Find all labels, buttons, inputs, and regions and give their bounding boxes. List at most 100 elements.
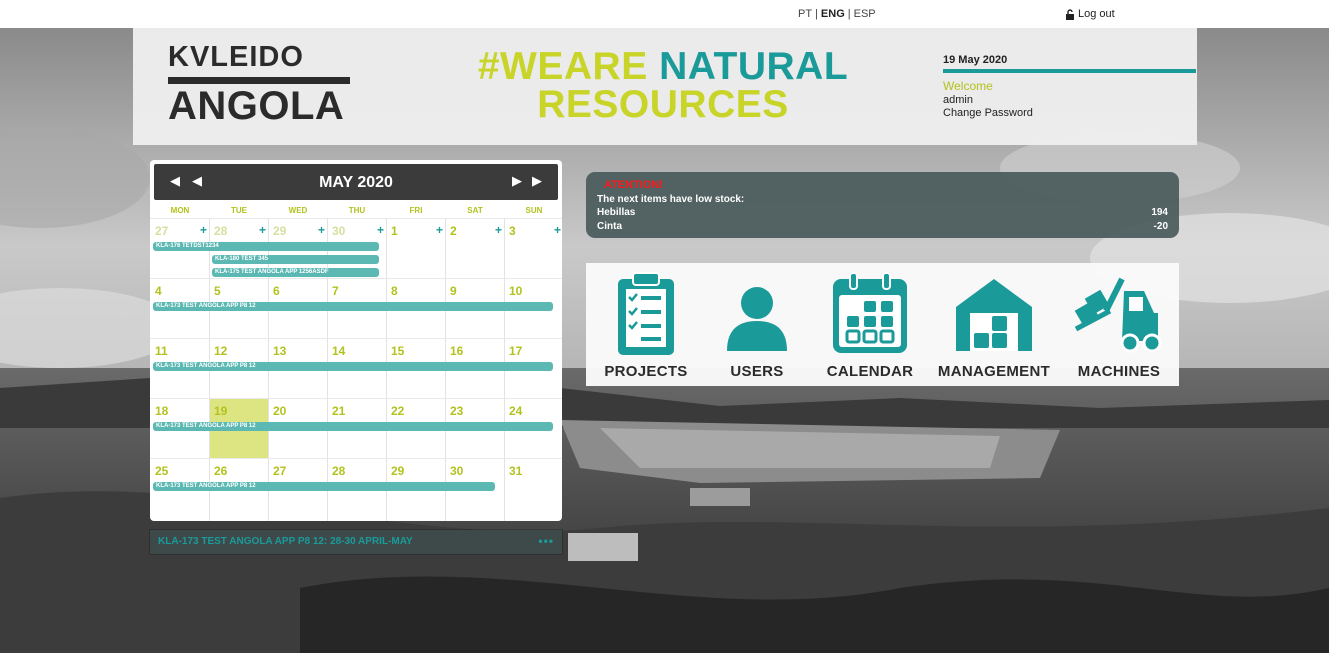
alert-message: The next items have low stock: [597,194,745,205]
calendar-day[interactable]: 16 [450,344,463,358]
grid-line [150,398,562,399]
alert-heading: ATENTION! [604,179,664,191]
menu-label: MACHINES [1077,363,1161,380]
add-event-icon[interactable]: + [200,223,207,237]
calendar-day[interactable]: 6 [273,284,280,298]
selected-event-text: KLA-173 TEST ANGOLA APP P8 12: 28-30 APR… [158,536,413,547]
calendar-day[interactable]: 20 [273,404,286,418]
weekday-header: MON [170,206,190,215]
low-stock-alert: ATENTION! The next items have low stock:… [586,172,1179,238]
lang-eng[interactable]: ENG [821,8,845,20]
calendar-day[interactable]: 3 [509,224,516,238]
calendar-day[interactable]: 29 [391,464,404,478]
calendar-day[interactable]: 1 [391,224,398,238]
calendar-day[interactable]: 8 [391,284,398,298]
add-event-icon[interactable]: + [259,223,266,237]
calendar-day[interactable]: 24 [509,404,522,418]
calendar-day[interactable]: 5 [214,284,221,298]
calendar-event[interactable]: KLA-175 TEST ANGOLA APP 1256ASDF [212,268,379,277]
grid-line [150,338,562,339]
calendar-day[interactable]: 26 [214,464,227,478]
calendar-day[interactable]: 23 [450,404,463,418]
calendar-day[interactable]: 27 [273,464,286,478]
grid-line [150,458,562,459]
selected-event-bar[interactable]: KLA-173 TEST ANGOLA APP P8 12: 28-30 APR… [150,530,562,554]
more-icon[interactable]: ••• [538,534,554,548]
menu-label: PROJECTS [604,363,688,380]
calendar-day[interactable]: 15 [391,344,404,358]
warehouse-icon [956,279,1032,351]
last-page-icon[interactable]: ▶︎ [532,173,542,189]
welcome-text: Welcome [943,79,993,93]
lang-pt[interactable]: PT [798,8,812,20]
add-event-icon[interactable]: + [318,223,325,237]
stock-item-value: -20 [1153,221,1168,232]
calendar-day[interactable]: 9 [450,284,457,298]
calendar-day[interactable]: 17 [509,344,522,358]
menu-users[interactable]: USERS [712,271,802,380]
calendar-day[interactable]: 12 [214,344,227,358]
calendar-day[interactable]: 22 [391,404,404,418]
weekday-header: TUE [231,206,247,215]
language-switcher: PT | ENG | ESP [798,8,876,20]
weekday-header: THU [348,206,366,215]
calendar-event[interactable]: KLA-180 TEST 345 [212,255,379,264]
calendar-event[interactable]: KLA-173 TEST ANGOLA APP P8 12 [153,482,495,491]
calendar-event[interactable]: KLA-176 TETDST1234 [153,242,379,251]
calendar-day[interactable]: 7 [332,284,339,298]
calendar-day[interactable]: 31 [509,464,522,478]
calendar-day[interactable]: 28 [214,224,227,238]
calendar-day[interactable]: 4 [155,284,162,298]
main-menu: PROJECTS USERS CALENDAR MANAGEMENT MACHI… [586,263,1179,386]
calendar-event[interactable]: KLA-173 TEST ANGOLA APP P8 12 [153,422,553,431]
menu-label: USERS [730,363,784,380]
menu-machines[interactable]: MACHINES [1070,271,1168,380]
next-month-icon[interactable]: ▶ [512,173,522,189]
calendar-day[interactable]: 19 [214,404,227,418]
calendar-event[interactable]: KLA-173 TEST ANGOLA APP P8 12 [153,362,553,371]
calendar-day[interactable]: 27 [155,224,168,238]
grid-line [150,278,562,279]
weekday-header: SAT [467,206,483,215]
add-event-icon[interactable]: + [554,223,561,237]
lang-esp[interactable]: ESP [854,8,876,20]
calendar-day[interactable]: 11 [155,344,168,358]
slogan-resources: RESOURCES [537,83,789,126]
calendar-day[interactable]: 30 [450,464,463,478]
menu-label: CALENDAR [826,363,914,380]
calendar-day[interactable]: 21 [332,404,345,418]
calendar-day[interactable]: 2 [450,224,457,238]
stock-item-name: Cinta [597,221,622,232]
stock-item-name: Hebillas [597,207,636,218]
calendar-day[interactable]: 25 [155,464,168,478]
add-event-icon[interactable]: + [436,223,443,237]
logo-angola: ANGOLA [168,84,345,128]
calendar-event[interactable]: KLA-173 TEST ANGOLA APP P8 12 [153,302,553,311]
calendar-widget: ◀︎ ◀ MAY 2020 ▶ ▶︎ MON TUE WED THU FRI SAT SUN… [150,160,562,521]
calendar-day[interactable]: 14 [332,344,345,358]
menu-management[interactable]: MANAGEMENT [936,271,1052,380]
user-box: 19 May 2020 Welcome admin Change Passwor… [943,54,1196,119]
calendar-day[interactable]: 30 [332,224,345,238]
logo[interactable]: KVLEIDO ANGOLA [168,42,353,128]
calendar-day[interactable]: 13 [273,344,286,358]
stock-row: Hebillas 194 [597,207,1168,218]
menu-projects[interactable]: PROJECTS [596,271,696,380]
username: admin [943,94,973,106]
calendar-day[interactable]: 10 [509,284,522,298]
grid-line [150,218,562,219]
logout-link[interactable]: Log out [1065,8,1115,20]
unlock-icon [1066,8,1074,20]
calendar-day[interactable]: 18 [155,404,168,418]
calendar-day[interactable]: 28 [332,464,345,478]
top-bar: PT | ENG | ESP Log out [0,0,1329,28]
add-event-icon[interactable]: + [377,223,384,237]
slogan-natural: NATURAL [659,45,849,88]
change-password-link[interactable]: Change Password [943,107,1196,119]
forklift-icon [1074,277,1162,353]
user-icon [727,287,787,351]
menu-calendar[interactable]: CALENDAR [820,271,920,380]
calendar-icon [833,272,907,353]
calendar-day[interactable]: 29 [273,224,286,238]
add-event-icon[interactable]: + [495,223,502,237]
